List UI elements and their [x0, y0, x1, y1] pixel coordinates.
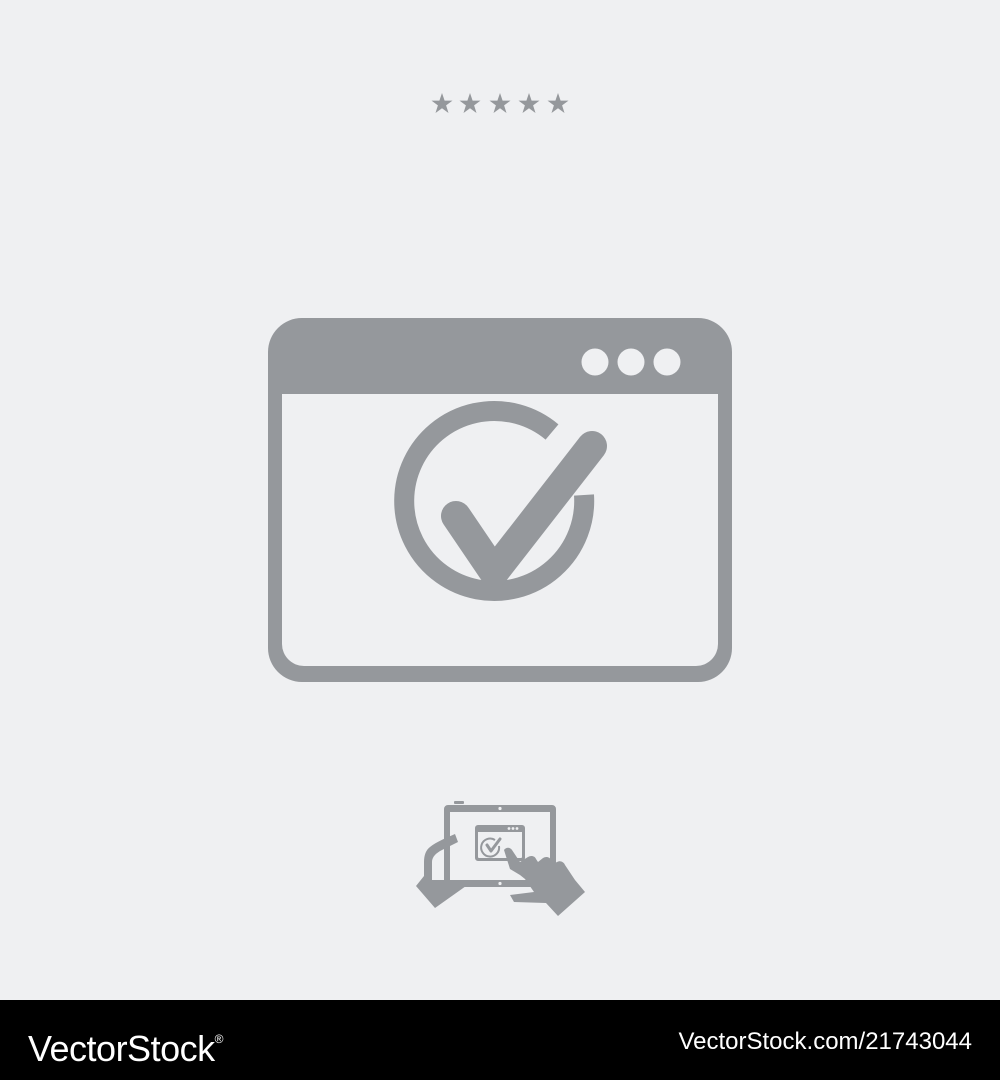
- icon-canvas: [0, 0, 1000, 1000]
- star-icon: [489, 93, 511, 113]
- asset-id: VectorStock.com/21743044: [678, 1028, 972, 1055]
- brand-logo: VectorStock®: [28, 1017, 223, 1071]
- browser-window-checkmark-icon: [268, 318, 732, 682]
- window-dot-icon: [653, 348, 681, 376]
- star-icon: [518, 93, 540, 113]
- tablet-power-button: [454, 801, 464, 804]
- rating-stars: [431, 93, 569, 113]
- star-icon: [459, 93, 481, 113]
- tablet-camera: [498, 806, 502, 811]
- window-dot-icon: [581, 348, 609, 376]
- registered-mark: ®: [214, 1032, 224, 1046]
- star-icon: [431, 93, 453, 113]
- left-hand-icon: [416, 834, 466, 908]
- window-dot-icon: [617, 348, 645, 376]
- watermark-footer: VectorStock® VectorStock.com/21743044: [0, 1000, 1000, 1080]
- tablet-hands-touch-icon: [416, 801, 585, 916]
- tablet-home-button: [498, 881, 502, 886]
- star-icon: [547, 93, 569, 113]
- brand-name: VectorStock: [28, 1028, 215, 1069]
